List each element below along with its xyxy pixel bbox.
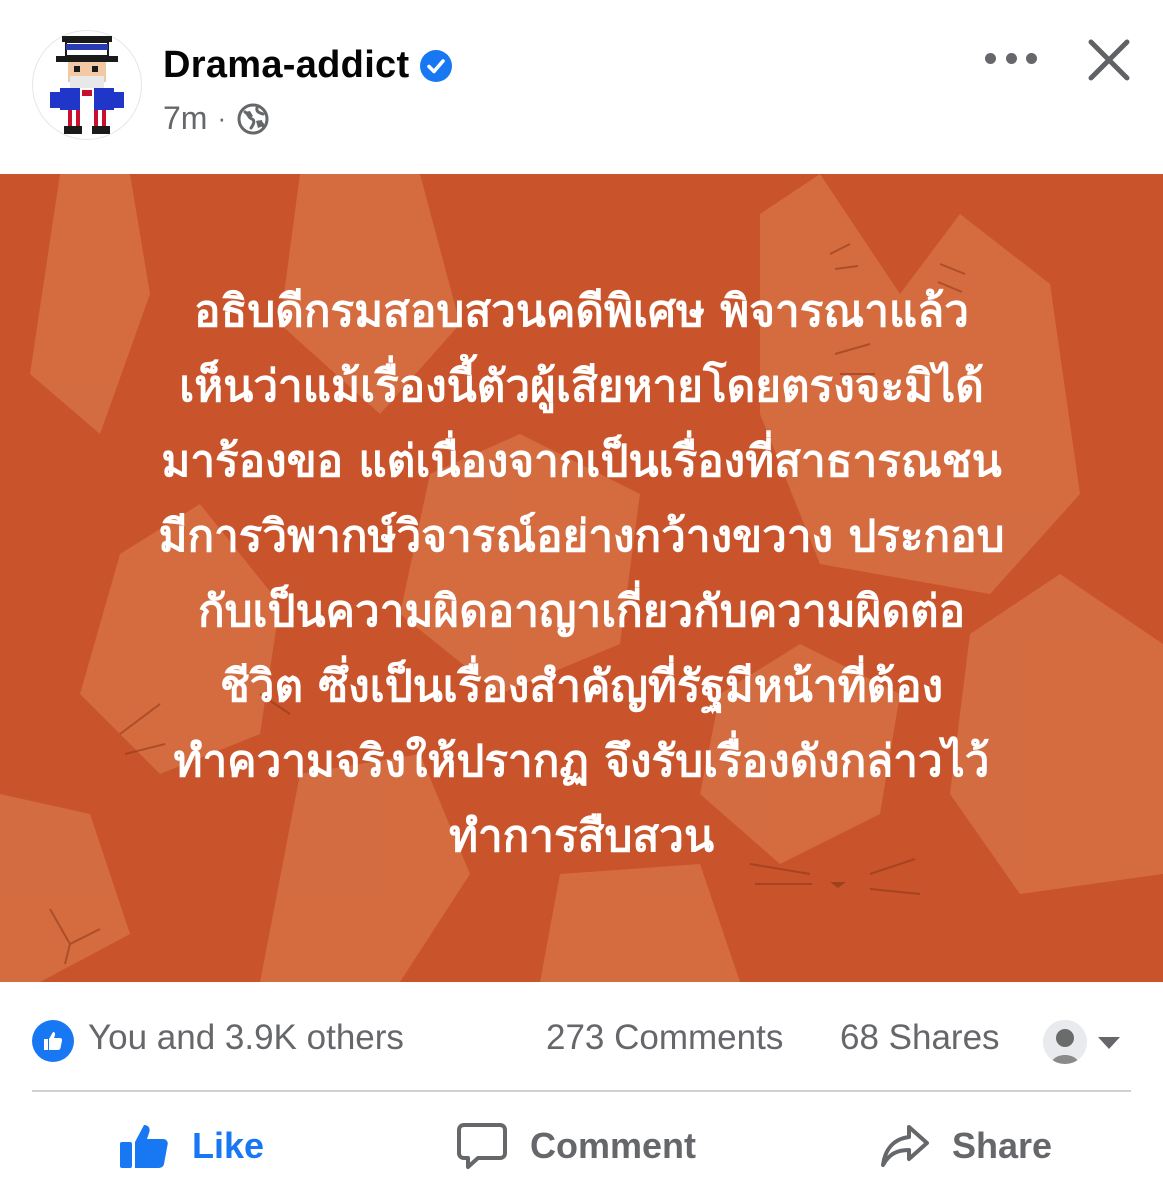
post-stats: You and 3.9K others 273 Comments 68 Shar… xyxy=(0,982,1163,1092)
post-text-line: มีการวิพากษ์วิจารณ์อย่างกว้างขวาง ประกอบ xyxy=(158,511,1005,562)
post-text-line: เห็นว่าแม้เรื่องนี้ตัวผู้เสียหายโดยตรงจะ… xyxy=(179,361,984,412)
more-horizontal-icon xyxy=(1026,52,1037,64)
share-arrow-icon xyxy=(881,1125,929,1167)
comment-button[interactable]: Comment xyxy=(456,1092,696,1200)
page-name[interactable]: Drama-addict xyxy=(163,44,453,87)
post-text-line: ชีวิต ซึ่งเป็นเรื่องสำคัญที่รัฐมีหน้าที่… xyxy=(219,661,944,712)
post-text-line: มาร้องขอ แต่เนื่องจากเป็นเรื่องที่สาธารณ… xyxy=(161,436,1002,487)
person-avatar-icon xyxy=(1043,1020,1087,1064)
thumbs-up-icon xyxy=(120,1125,168,1168)
reactions-count[interactable]: You and 3.9K others xyxy=(88,1018,404,1058)
post-text: อธิบดีกรมสอบสวนคดีพิเศษ พิจารณาแล้ว เห็น… xyxy=(60,274,1103,874)
like-reaction-icon[interactable] xyxy=(32,1020,74,1062)
page-avatar[interactable] xyxy=(32,30,142,140)
viewer-avatar[interactable] xyxy=(1043,1020,1087,1064)
more-horizontal-icon xyxy=(985,52,996,64)
post-text-line: อธิบดีกรมสอบสวนคดีพิเศษ พิจารณาแล้ว xyxy=(194,286,969,337)
more-options-button[interactable] xyxy=(985,36,1037,80)
verified-badge-icon xyxy=(420,49,453,82)
share-label[interactable]: Share xyxy=(952,1125,1052,1167)
comment-bubble-icon xyxy=(457,1123,507,1169)
meta-separator: · xyxy=(217,103,227,133)
post-text-line: กับเป็นความผิดอาญาเกี่ยวกับความผิดต่อ xyxy=(197,586,966,637)
globe-icon xyxy=(237,103,269,134)
shares-count[interactable]: 68 Shares xyxy=(840,1018,1000,1058)
more-horizontal-icon xyxy=(1005,52,1017,64)
post-header: Drama-addict 7m · xyxy=(0,0,1163,174)
close-icon[interactable] xyxy=(1085,36,1133,84)
post-text-line: ทำการสืบสวน xyxy=(448,811,715,862)
post-timestamp[interactable]: 7m xyxy=(163,100,207,137)
like-button[interactable]: Like xyxy=(118,1092,264,1200)
comments-count[interactable]: 273 Comments xyxy=(546,1018,783,1058)
post-actions: Like Comment Share xyxy=(0,1092,1163,1200)
thumbs-up-icon xyxy=(44,1032,63,1050)
post-meta: 7m · xyxy=(163,100,270,137)
page-name-text[interactable]: Drama-addict xyxy=(163,44,409,87)
post-text-line: ทำความจริงให้ปรากฏ จึงรับเรื่องดังกล่าวไ… xyxy=(173,736,990,787)
comment-label[interactable]: Comment xyxy=(530,1125,696,1167)
share-button[interactable]: Share xyxy=(880,1092,1052,1200)
caret-down-icon[interactable] xyxy=(1096,1034,1122,1052)
like-label[interactable]: Like xyxy=(192,1125,264,1167)
pixel-character-icon xyxy=(50,36,124,134)
post-background: อธิบดีกรมสอบสวนคดีพิเศษ พิจารณาแล้ว เห็น… xyxy=(0,174,1163,982)
